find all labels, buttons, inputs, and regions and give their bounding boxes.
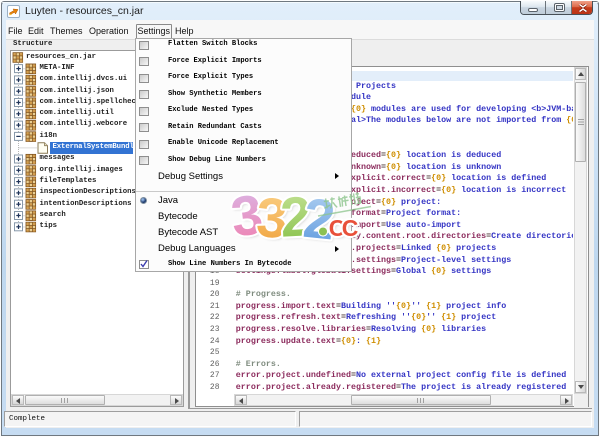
svg-text:C: C [342,215,359,241]
